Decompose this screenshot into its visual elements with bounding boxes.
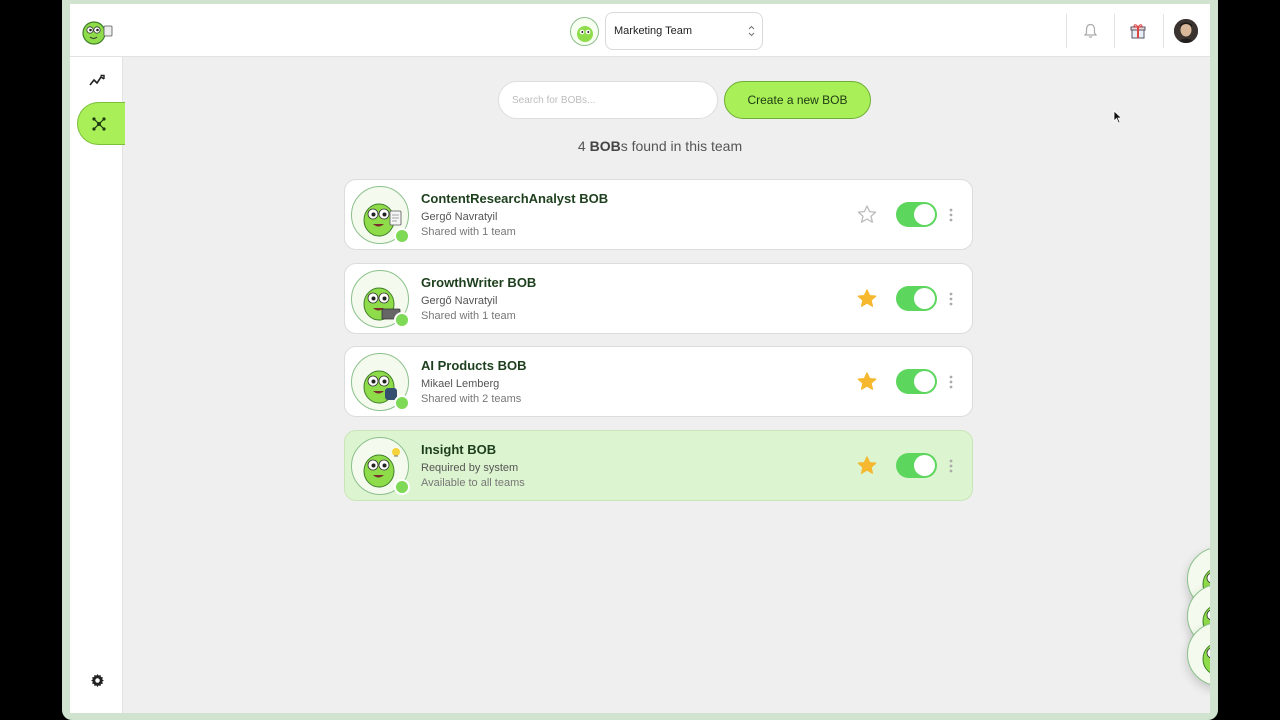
team-avatar <box>570 17 599 46</box>
toggle-knob <box>914 287 935 309</box>
online-status-dot <box>394 395 410 411</box>
team-select[interactable]: Marketing Team <box>605 12 763 50</box>
bob-sharing: Available to all teams <box>421 476 525 489</box>
app: Marketing Team Search for BOBs... Create… <box>70 4 1210 713</box>
sidebar <box>70 57 125 713</box>
more-options-icon[interactable] <box>949 207 953 223</box>
divider <box>1114 14 1115 48</box>
divider <box>1163 14 1164 48</box>
bob-card[interactable]: ContentResearchAnalyst BOB Gergő Navraty… <box>344 179 973 250</box>
enable-toggle[interactable] <box>896 202 937 227</box>
count-suffix: s found in this team <box>620 138 743 154</box>
bob-card[interactable]: AI Products BOB Mikael Lemberg Shared wi… <box>344 346 973 417</box>
count-number: 4 <box>577 138 586 154</box>
enable-toggle[interactable] <box>896 369 937 394</box>
results-count: 4 BOBs found in this team <box>70 138 1210 154</box>
star-outline-icon[interactable] <box>857 205 877 224</box>
bob-owner: Required by system <box>421 461 519 474</box>
team-select-value: Marketing Team <box>614 25 693 37</box>
bob-logo-icon[interactable] <box>80 16 114 46</box>
star-filled-icon[interactable] <box>857 288 877 308</box>
toggle-knob <box>914 371 935 392</box>
gear-icon[interactable] <box>90 673 105 688</box>
bob-avatar <box>351 436 410 495</box>
more-options-icon[interactable] <box>949 458 953 474</box>
online-status-dot <box>394 228 410 244</box>
enable-toggle[interactable] <box>896 285 937 311</box>
bob-name[interactable]: Insight BOB <box>421 442 496 457</box>
network-icon <box>92 117 106 131</box>
gift-icon[interactable] <box>1130 23 1146 39</box>
online-status-dot <box>394 311 410 328</box>
bob-sharing: Shared with 1 team <box>421 226 516 238</box>
more-options-icon[interactable] <box>949 374 953 390</box>
enable-toggle[interactable] <box>896 452 937 478</box>
bob-owner: Gergő Navratyil <box>421 211 498 223</box>
bob-sharing: Shared with 1 team <box>421 309 516 322</box>
star-filled-icon[interactable] <box>857 372 877 391</box>
toggle-knob <box>914 204 935 225</box>
bob-avatar <box>351 353 410 411</box>
bob-avatar <box>351 269 410 328</box>
chevron-updown-icon <box>748 25 755 37</box>
divider <box>1066 14 1067 48</box>
top-bar: Marketing Team <box>70 4 1210 57</box>
bob-name[interactable]: GrowthWriter BOB <box>421 275 536 290</box>
bell-icon[interactable] <box>1083 23 1098 39</box>
bob-avatar <box>351 186 410 244</box>
bob-sharing: Shared with 2 teams <box>421 393 522 405</box>
floating-bob-stack[interactable] <box>1187 547 1210 687</box>
bob-card[interactable]: Insight BOB Required by system Available… <box>344 429 973 501</box>
count-entity: BOB <box>589 138 621 154</box>
bob-owner: Gergő Navratyil <box>421 294 498 307</box>
bob-owner: Mikael Lemberg <box>421 378 500 390</box>
toggle-knob <box>914 454 935 476</box>
bob-name[interactable]: AI Products BOB <box>421 358 526 373</box>
search-input[interactable] <box>498 81 718 119</box>
floating-bob-avatar[interactable] <box>1187 622 1210 686</box>
mouse-cursor-icon <box>1113 110 1123 124</box>
more-options-icon[interactable] <box>949 291 953 307</box>
bob-card[interactable]: GrowthWriter BOB Gergő Navratyil Shared … <box>344 262 973 334</box>
trending-up-icon[interactable] <box>89 73 105 87</box>
create-bob-button[interactable]: Create a new BOB <box>724 81 871 119</box>
online-status-dot <box>394 478 410 495</box>
user-avatar[interactable] <box>1174 19 1198 43</box>
star-filled-icon[interactable] <box>857 455 877 475</box>
bob-name[interactable]: ContentResearchAnalyst BOB <box>421 191 608 206</box>
